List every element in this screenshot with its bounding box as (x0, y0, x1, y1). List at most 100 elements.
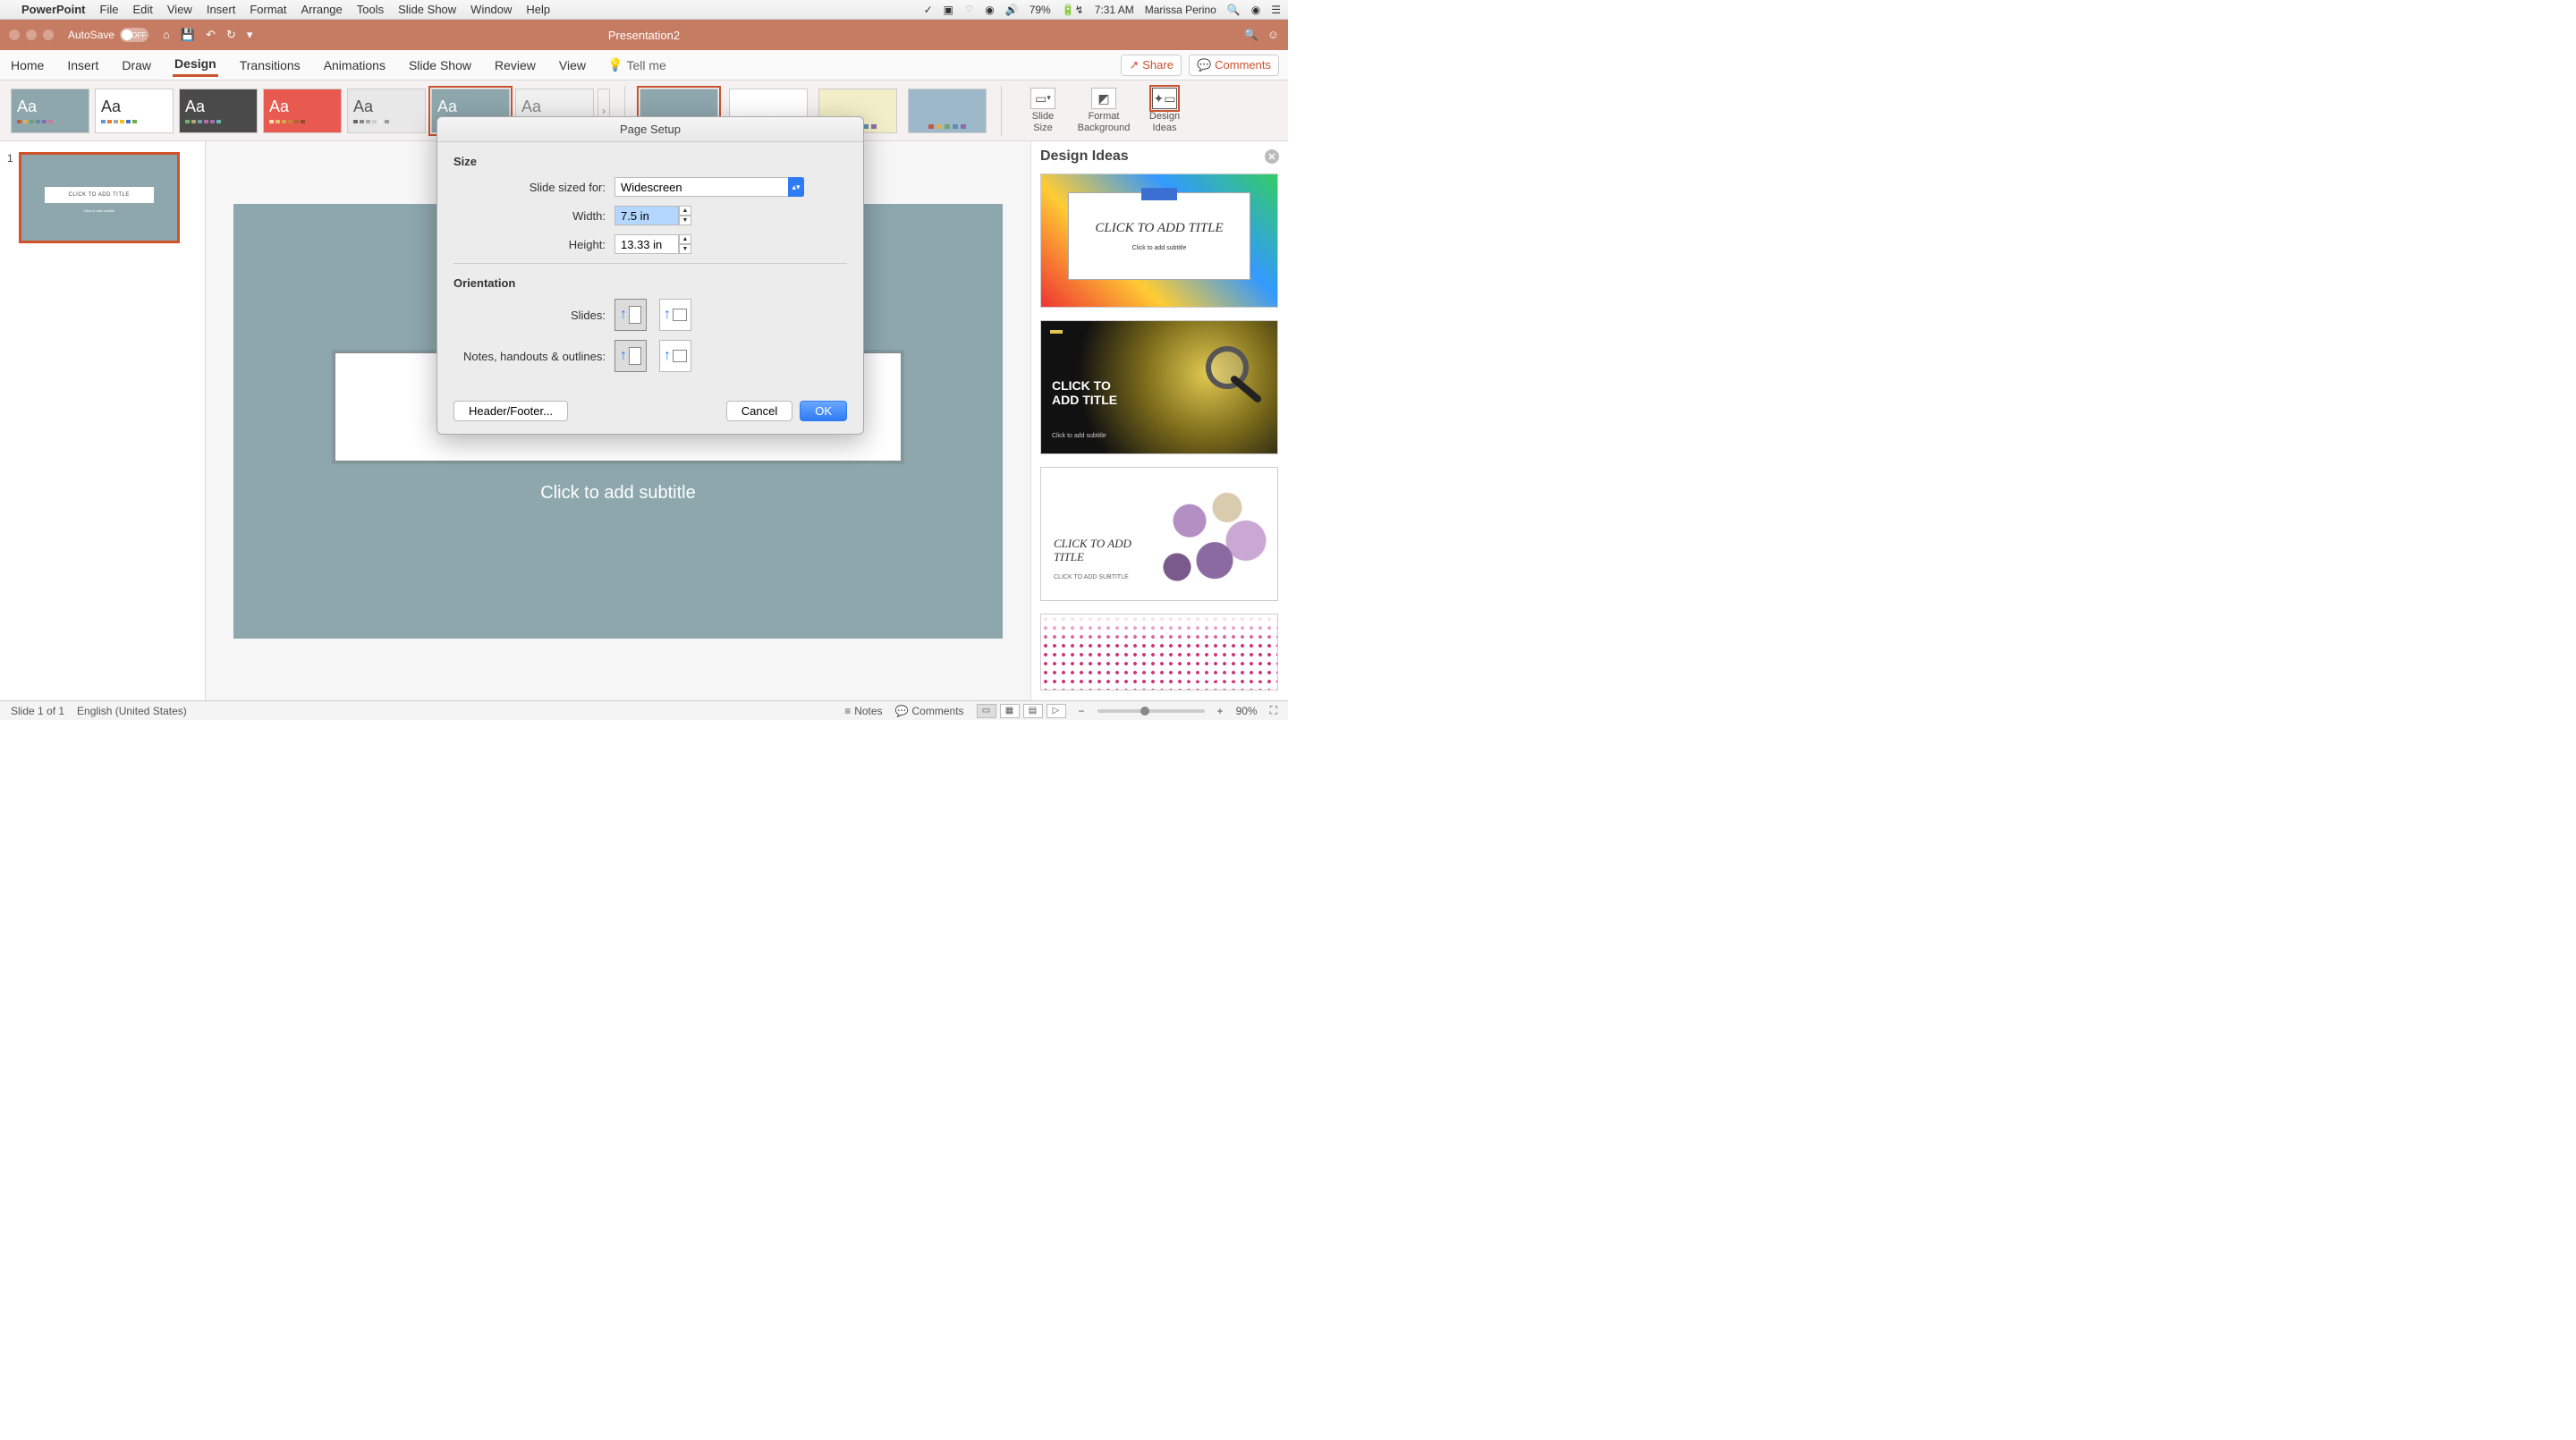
home-icon[interactable]: ⌂ (163, 28, 170, 42)
wifi-icon[interactable]: ◉ (985, 4, 994, 16)
theme-option-3[interactable]: Aa (263, 89, 342, 133)
ok-button[interactable]: OK (800, 401, 847, 421)
format-background-button[interactable]: ◩ Format Background (1077, 88, 1131, 132)
clock-text[interactable]: 7:31 AM (1095, 4, 1134, 16)
close-window-button[interactable] (9, 30, 20, 40)
spotlight-icon[interactable]: 🔍 (1227, 4, 1241, 16)
slide-sized-for-label: Slide sized for: (453, 181, 614, 194)
caret-down-icon[interactable]: ▾ (247, 28, 253, 42)
tab-home[interactable]: Home (9, 55, 46, 76)
minimize-window-button[interactable] (26, 30, 37, 40)
bluetooth-icon[interactable]: ⌔ (964, 3, 974, 16)
subtitle-placeholder[interactable]: Click to add subtitle (233, 483, 1003, 504)
redo-icon[interactable]: ↻ (226, 28, 236, 42)
notes-portrait-button[interactable]: ↑ (614, 340, 647, 372)
comment-icon: 💬 (1197, 58, 1211, 72)
up-arrow-icon: ↑ (664, 307, 671, 323)
app-name[interactable]: PowerPoint (21, 3, 86, 16)
size-section-heading: Size (453, 155, 847, 168)
zoom-window-button[interactable] (43, 30, 54, 40)
design-idea-3[interactable]: CLICK TO ADD TITLE CLICK TO ADD SUBTITLE (1040, 467, 1278, 601)
share-button[interactable]: ↗ Share (1121, 55, 1182, 76)
theme-option-4[interactable]: Aa (347, 89, 426, 133)
theme-option-1[interactable]: Aa (95, 89, 174, 133)
menu-slideshow[interactable]: Slide Show (398, 3, 456, 16)
tab-insert[interactable]: Insert (65, 55, 100, 76)
slide-size-button[interactable]: ▭▾ Slide Size (1016, 88, 1070, 132)
fit-to-window-button[interactable]: ⛶ (1270, 704, 1277, 717)
tab-draw[interactable]: Draw (120, 55, 153, 76)
comments-button[interactable]: 💬 Comments (1189, 55, 1279, 76)
search-icon[interactable]: 🔍 (1244, 28, 1258, 42)
dialog-title: Page Setup (437, 117, 863, 142)
user-name[interactable]: Marissa Perino (1145, 4, 1216, 16)
tab-slideshow[interactable]: Slide Show (407, 55, 473, 76)
siri-icon[interactable]: ◉ (1251, 4, 1260, 16)
menu-file[interactable]: File (100, 3, 119, 16)
save-icon[interactable]: 💾 (181, 28, 195, 42)
header-footer-button[interactable]: Header/Footer... (453, 401, 568, 421)
menu-arrange[interactable]: Arrange (301, 3, 343, 16)
zoom-in-button[interactable]: + (1217, 705, 1224, 717)
theme-option-2[interactable]: Aa (179, 89, 258, 133)
volume-icon[interactable]: 🔊 (1005, 4, 1019, 16)
slides-landscape-button[interactable]: ↑ (659, 299, 691, 331)
format-background-icon: ◩ (1091, 88, 1116, 109)
slides-portrait-button[interactable]: ↑ (614, 299, 647, 331)
zoom-percentage[interactable]: 90% (1236, 705, 1258, 717)
airplay-icon[interactable]: ▣ (944, 4, 953, 16)
slide-size-icon: ▭ (1035, 92, 1046, 106)
sorter-view-button[interactable]: ▦ (1000, 704, 1020, 718)
document-title: Presentation2 (608, 29, 680, 42)
tell-me-search[interactable]: 💡 Tell me (607, 57, 666, 72)
width-input[interactable] (614, 206, 679, 225)
width-step-up[interactable]: ▲ (679, 206, 691, 216)
height-step-down[interactable]: ▼ (679, 244, 691, 254)
reading-view-button[interactable]: ▤ (1023, 704, 1043, 718)
menu-tools[interactable]: Tools (357, 3, 384, 16)
height-step-up[interactable]: ▲ (679, 234, 691, 244)
comments-toggle[interactable]: 💬Comments (895, 705, 964, 717)
tab-design[interactable]: Design (173, 53, 218, 77)
undo-icon[interactable]: ↶ (206, 28, 216, 42)
close-pane-button[interactable]: ✕ (1265, 149, 1279, 164)
status-bar: Slide 1 of 1 English (United States) ≡No… (0, 700, 1288, 720)
zoom-slider[interactable] (1097, 709, 1205, 713)
menu-edit[interactable]: Edit (132, 3, 152, 16)
notifications-icon[interactable]: ☰ (1271, 4, 1281, 16)
battery-icon[interactable]: 🔋↯ (1062, 4, 1084, 16)
cancel-button[interactable]: Cancel (726, 401, 792, 421)
zoom-out-button[interactable]: − (1079, 705, 1085, 717)
notes-toggle[interactable]: ≡Notes (844, 705, 882, 717)
height-input[interactable] (614, 234, 679, 254)
tab-review[interactable]: Review (493, 55, 538, 76)
slide-thumbnail-1[interactable]: CLICK TO ADD TITLE Click to add subtitle (19, 152, 180, 243)
menu-insert[interactable]: Insert (207, 3, 236, 16)
tab-transitions[interactable]: Transitions (238, 55, 302, 76)
share-icon: ↗ (1129, 58, 1139, 72)
idea-subtitle: CLICK TO ADD SUBTITLE (1054, 574, 1129, 580)
menu-view[interactable]: View (167, 3, 192, 16)
autosave-toggle[interactable]: OFF (120, 28, 148, 42)
theme-option-0[interactable]: Aa (11, 89, 89, 133)
slideshow-view-button[interactable]: ▷ (1046, 704, 1066, 718)
normal-view-button[interactable]: ▭ (977, 704, 996, 718)
slide-sized-for-select[interactable]: Widescreen (614, 177, 804, 197)
design-idea-1[interactable]: CLICK TO ADD TITLE Click to add subtitle (1040, 174, 1278, 308)
variant-option-3[interactable] (908, 89, 987, 133)
menu-help[interactable]: Help (526, 3, 550, 16)
design-idea-2[interactable]: CLICK TO ADD TITLE Click to add subtitle (1040, 320, 1278, 454)
account-icon[interactable]: ☺ (1267, 28, 1279, 42)
macos-menubar: PowerPoint File Edit View Insert Format … (0, 0, 1288, 20)
tab-animations[interactable]: Animations (322, 55, 387, 76)
notes-icon: ≡ (844, 705, 851, 717)
menu-window[interactable]: Window (470, 3, 512, 16)
tab-view[interactable]: View (557, 55, 588, 76)
status-check-icon[interactable]: ✓ (924, 4, 933, 16)
menu-format[interactable]: Format (250, 3, 286, 16)
language-status[interactable]: English (United States) (77, 705, 187, 717)
notes-landscape-button[interactable]: ↑ (659, 340, 691, 372)
design-idea-4[interactable]: CLICK TO ADD TITLE (1040, 614, 1278, 690)
width-step-down[interactable]: ▼ (679, 216, 691, 225)
design-ideas-button[interactable]: ✦▭ Design Ideas (1138, 88, 1191, 132)
